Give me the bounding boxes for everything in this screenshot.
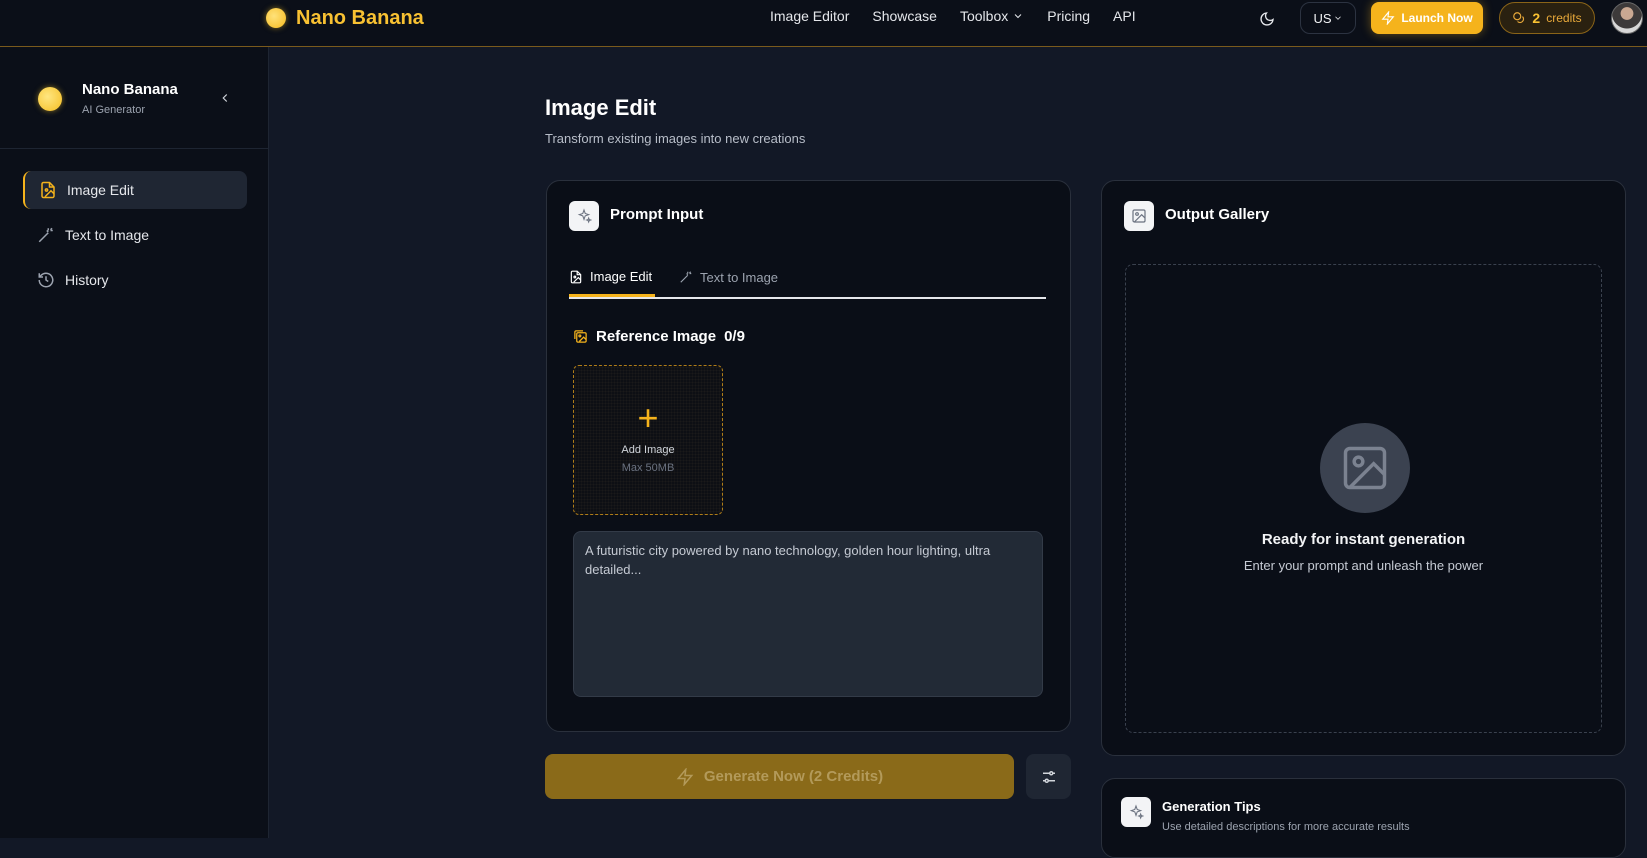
sidebar: Nano Banana AI Generator Image Edit Text… xyxy=(0,47,269,838)
tips-text: Use detailed descriptions for more accur… xyxy=(1162,821,1410,833)
language-label: US xyxy=(1313,10,1332,26)
sidebar-title: Nano Banana xyxy=(82,81,178,98)
prompt-card-title: Prompt Input xyxy=(610,206,704,223)
brand-link[interactable]: Nano Banana xyxy=(266,4,424,32)
gallery-ready-subtitle: Enter your prompt and unleash the power xyxy=(1243,558,1484,573)
generate-now-label: Generate Now (2 Credits) xyxy=(703,768,884,785)
lightning-icon xyxy=(676,767,694,786)
sidebar-item-image-edit[interactable]: Image Edit xyxy=(23,171,247,209)
generation-tips-card: Generation Tips Use detailed description… xyxy=(1101,778,1626,858)
magic-wand-icon xyxy=(680,271,692,283)
sidebar-subtitle: AI Generator xyxy=(82,104,145,116)
sparkle-icon xyxy=(569,201,599,231)
main-nav: Image Editor Showcase Toolbox Pricing AP… xyxy=(770,8,1136,24)
sidebar-item-history[interactable]: History xyxy=(23,261,247,299)
brand-name: Nano Banana xyxy=(296,6,424,29)
gallery-ready-title: Ready for instant generation xyxy=(1261,531,1466,548)
reference-label-text: Reference Image xyxy=(596,328,717,345)
max-size-label: Max 50MB xyxy=(621,462,675,474)
coins-icon xyxy=(1513,12,1525,24)
launch-now-label: Launch Now xyxy=(1401,11,1473,25)
nav-api[interactable]: API xyxy=(1113,8,1136,24)
generate-now-button[interactable]: Generate Now (2 Credits) xyxy=(545,754,1014,799)
credits-label: credits xyxy=(1546,11,1582,25)
nav-toolbox-label: Toolbox xyxy=(959,8,1009,24)
nav-toolbox[interactable]: Toolbox xyxy=(960,8,1024,24)
image-edit-icon xyxy=(570,270,582,283)
sparkle-icon xyxy=(1121,797,1151,827)
sidebar-item-text-to-image[interactable]: Text to Image xyxy=(23,216,247,254)
page-subtitle: Transform existing images into new creat… xyxy=(545,131,806,146)
theme-toggle-button[interactable] xyxy=(1256,8,1278,30)
images-icon xyxy=(574,330,587,343)
banana-logo-icon xyxy=(38,87,62,111)
sidebar-collapse-button[interactable] xyxy=(218,91,232,105)
history-icon xyxy=(38,272,54,288)
chevron-down-icon xyxy=(1334,16,1341,20)
settings-button[interactable] xyxy=(1026,754,1071,799)
add-image-dropzone[interactable]: + Add Image Max 50MB xyxy=(573,365,723,515)
tab-label: Text to Image xyxy=(700,269,779,285)
reference-image-label: Reference Image 0/9 xyxy=(573,328,745,345)
launch-now-button[interactable]: Launch Now xyxy=(1371,2,1483,34)
chevron-down-icon xyxy=(1014,14,1022,19)
sidebar-header: Nano Banana AI Generator xyxy=(0,47,268,149)
sidebar-item-label: Text to Image xyxy=(65,227,150,243)
nav-pricing[interactable]: Pricing xyxy=(1047,8,1090,24)
plus-icon: + xyxy=(637,397,659,438)
magic-wand-icon xyxy=(38,227,53,243)
prompt-input[interactable] xyxy=(573,531,1043,697)
banana-logo-icon xyxy=(266,8,286,28)
lightning-icon xyxy=(1381,11,1395,25)
language-select[interactable]: US xyxy=(1300,2,1356,34)
credits-count: 2 xyxy=(1532,10,1541,26)
sidebar-item-label: History xyxy=(65,272,109,288)
tips-title: Generation Tips xyxy=(1162,799,1261,814)
image-icon xyxy=(1124,201,1154,231)
moon-icon xyxy=(1260,12,1274,26)
nav-image-editor[interactable]: Image Editor xyxy=(770,8,849,24)
reference-count: 0/9 xyxy=(724,328,745,345)
gallery-empty-state: Ready for instant generation Enter your … xyxy=(1125,264,1602,733)
tab-label: Image Edit xyxy=(590,269,653,284)
output-gallery-card: Output Gallery Ready for instant generat… xyxy=(1101,180,1626,756)
user-avatar[interactable] xyxy=(1611,2,1643,34)
image-edit-icon xyxy=(41,181,55,199)
sliders-icon xyxy=(1042,770,1055,783)
sidebar-item-label: Image Edit xyxy=(67,182,134,198)
add-image-label: Add Image xyxy=(621,444,675,456)
top-bar: Nano Banana Image Editor Showcase Toolbo… xyxy=(0,0,1647,47)
image-placeholder-icon xyxy=(1320,423,1410,513)
nav-showcase[interactable]: Showcase xyxy=(872,8,937,24)
tab-image-edit[interactable]: Image Edit xyxy=(569,259,655,297)
chevron-left-icon xyxy=(222,94,228,102)
page-title: Image Edit xyxy=(545,95,657,120)
tab-text-to-image[interactable]: Text to Image xyxy=(679,259,778,295)
mode-tabs: Image Edit Text to Image xyxy=(569,259,1046,299)
prompt-input-card: Prompt Input Image Edit Text to Image Re… xyxy=(546,180,1071,732)
credits-badge[interactable]: 2 credits xyxy=(1499,2,1595,34)
gallery-title: Output Gallery xyxy=(1165,206,1270,223)
